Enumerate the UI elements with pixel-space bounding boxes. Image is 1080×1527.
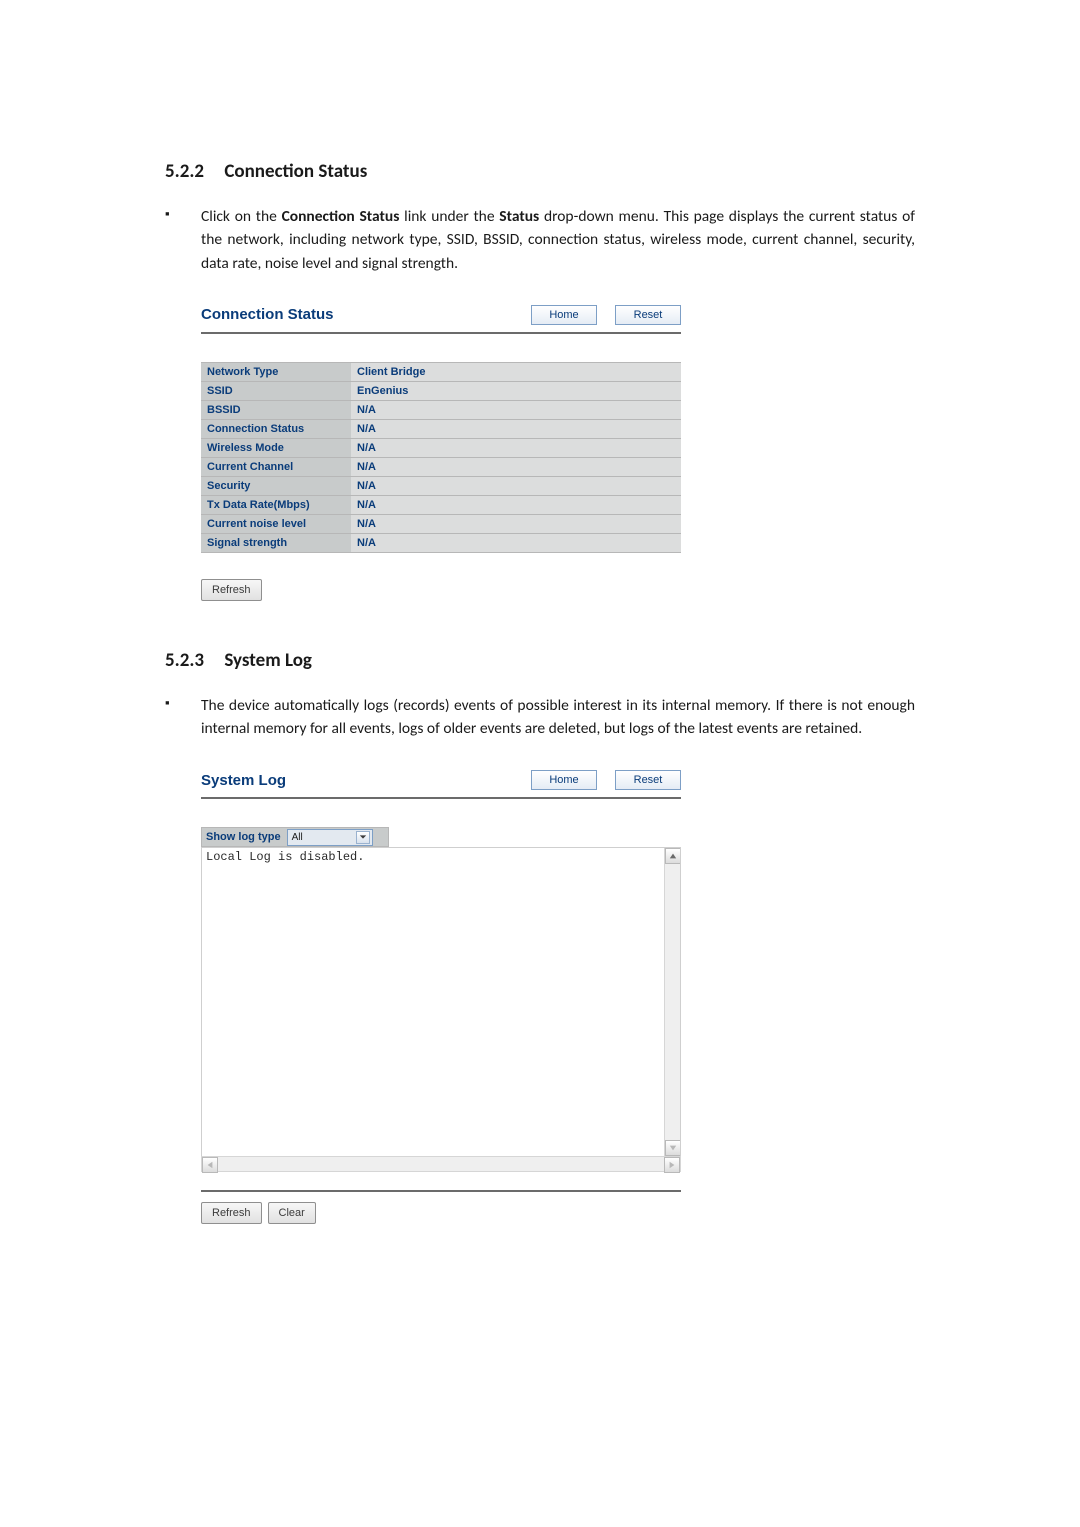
vertical-scrollbar[interactable] [664,848,680,1156]
section-title: Connection Status [224,160,367,183]
table-row: Current noise levelN/A [201,514,681,533]
row-label: BSSID [201,400,351,419]
row-value: N/A [351,533,681,552]
row-value: N/A [351,495,681,514]
bullet-item: ▪ The device automatically logs (records… [165,694,915,741]
heading-system-log: 5.2.3 System Log [165,649,915,672]
section-number: 5.2.2 [165,160,204,183]
row-label: Security [201,476,351,495]
row-value: N/A [351,457,681,476]
row-label: Signal strength [201,533,351,552]
divider [201,1190,681,1192]
table-row: Current ChannelN/A [201,457,681,476]
row-value: N/A [351,419,681,438]
scroll-down-icon[interactable] [665,1140,681,1156]
document-page: 5.2.2 Connection Status ▪ Click on the C… [0,0,1080,1527]
connection-status-panel: Connection Status Home Reset Network Typ… [201,299,681,601]
home-button[interactable]: Home [531,305,597,325]
row-label: Current noise level [201,514,351,533]
scroll-right-icon[interactable] [664,1157,680,1173]
table-row: BSSIDN/A [201,400,681,419]
row-label: Network Type [201,362,351,381]
row-value: N/A [351,514,681,533]
row-value: N/A [351,438,681,457]
bullet-text: The device automatically logs (records) … [201,694,915,741]
panel-title: System Log [201,772,286,789]
row-value: Client Bridge [351,362,681,381]
bullet-marker: ▪ [165,205,201,275]
panel-header: Connection Status Home Reset [201,299,681,329]
log-type-value: All [292,832,303,843]
home-button[interactable]: Home [531,770,597,790]
button-row: Refresh Clear [201,1202,681,1224]
panel-button-group: Home Reset [531,770,681,790]
row-label: Current Channel [201,457,351,476]
row-label: SSID [201,381,351,400]
scroll-up-icon[interactable] [665,848,681,864]
row-label: Connection Status [201,419,351,438]
table-row: SecurityN/A [201,476,681,495]
divider [201,332,681,334]
text-fragment: link under the [399,207,499,226]
table-row: Connection StatusN/A [201,419,681,438]
row-label: Tx Data Rate(Mbps) [201,495,351,514]
heading-connection-status: 5.2.2 Connection Status [165,160,915,183]
table-row: Network TypeClient Bridge [201,362,681,381]
section-number: 5.2.3 [165,649,204,672]
log-type-select[interactable]: All [287,829,373,846]
panel-title: Connection Status [201,306,334,323]
table-row: Signal strengthN/A [201,533,681,552]
reset-button[interactable]: Reset [615,770,681,790]
row-value: EnGenius [351,381,681,400]
panel-button-group: Home Reset [531,305,681,325]
bullet-item: ▪ Click on the Connection Status link un… [165,205,915,275]
table-row: Tx Data Rate(Mbps)N/A [201,495,681,514]
horizontal-scrollbar[interactable] [201,1156,681,1172]
show-log-type-row: Show log type All [201,827,389,847]
log-content: Local Log is disabled. [206,850,364,864]
bullet-marker: ▪ [165,694,201,741]
refresh-button[interactable]: Refresh [201,579,262,601]
table-row: Wireless ModeN/A [201,438,681,457]
text-bold: Status [499,207,539,226]
table-row: SSIDEnGenius [201,381,681,400]
row-label: Wireless Mode [201,438,351,457]
log-textarea[interactable]: Local Log is disabled. [201,847,681,1157]
text-bold: Connection Status [282,207,400,226]
text-fragment: Click on the [201,207,282,226]
status-table: Network TypeClient Bridge SSIDEnGenius B… [201,362,681,553]
reset-button[interactable]: Reset [615,305,681,325]
clear-button[interactable]: Clear [268,1202,316,1224]
system-log-panel: System Log Home Reset Show log type All … [201,764,681,1224]
divider [201,797,681,799]
scroll-left-icon[interactable] [202,1157,218,1173]
refresh-button[interactable]: Refresh [201,1202,262,1224]
row-value: N/A [351,400,681,419]
show-log-type-label: Show log type [206,831,281,843]
row-value: N/A [351,476,681,495]
section-title: System Log [224,649,312,672]
button-row: Refresh [201,579,681,601]
bullet-text: Click on the Connection Status link unde… [201,205,915,275]
panel-header: System Log Home Reset [201,764,681,794]
chevron-down-icon [356,831,370,844]
